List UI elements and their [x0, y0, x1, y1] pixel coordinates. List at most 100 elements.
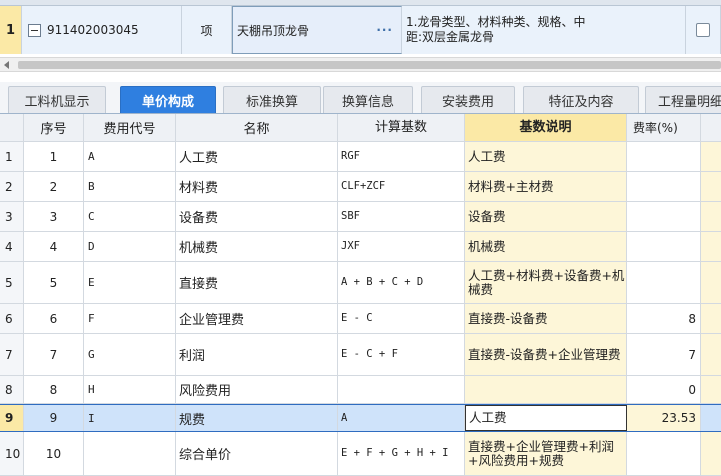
cell-desc[interactable]: 机械费 [465, 232, 627, 261]
table-row[interactable]: 4 4 D 机械费 JXF 机械费 [0, 232, 721, 262]
cell-base[interactable]: RGF [338, 142, 465, 171]
cell-rate[interactable] [627, 172, 701, 201]
scrollbar-thumb[interactable] [18, 61, 721, 69]
cell-base[interactable]: E - C + F [338, 334, 465, 375]
cell-desc[interactable]: 直接费+企业管理费+利润+风险费用+规费 [465, 432, 627, 475]
cell-seq[interactable]: 10 [24, 432, 84, 475]
cell-code[interactable]: A [84, 142, 176, 171]
cell-desc[interactable]: 材料费+主材费 [465, 172, 627, 201]
tab-unit-price-composition[interactable]: 单价构成 [120, 86, 216, 113]
cell-name[interactable]: 综合单价 [176, 432, 338, 475]
cell-seq[interactable]: 4 [24, 232, 84, 261]
cell-rate[interactable] [627, 432, 701, 475]
table-row[interactable]: 2 2 B 材料费 CLF+ZCF 材料费+主材费 [0, 172, 721, 202]
cell-desc[interactable] [465, 376, 627, 403]
cell-rate[interactable]: 8 [627, 304, 701, 333]
header-code[interactable]: 费用代号 [84, 114, 176, 141]
cell-base[interactable] [338, 376, 465, 403]
bill-checkbox[interactable] [696, 23, 710, 37]
header-desc[interactable]: 基数说明 [465, 114, 627, 141]
bill-description-cell[interactable]: 1.龙骨类型、材料种类、规格、中 距:双层金属龙骨 [402, 6, 686, 54]
row-number: 2 [0, 172, 24, 201]
cell-extra [701, 232, 721, 261]
cell-seq[interactable]: 8 [24, 376, 84, 403]
cell-code[interactable]: B [84, 172, 176, 201]
cell-seq[interactable]: 7 [24, 334, 84, 375]
cell-code[interactable]: D [84, 232, 176, 261]
cell-name[interactable]: 机械费 [176, 232, 338, 261]
cell-rate[interactable]: 23.53 [627, 405, 701, 431]
cell-code[interactable]: I [84, 405, 176, 431]
cell-seq[interactable]: 5 [24, 262, 84, 303]
tab-labor-material-machine[interactable]: 工料机显示 [8, 86, 106, 113]
table-row-selected[interactable]: 9 9 I 规费 A 人工费 23.53 [0, 404, 721, 432]
table-row[interactable]: 3 3 C 设备费 SBF 设备费 [0, 202, 721, 232]
cell-desc-focused[interactable]: 人工费 [465, 405, 627, 431]
table-row[interactable]: 8 8 H 风险费用 0 [0, 376, 721, 404]
table-row[interactable]: 7 7 G 利润 E - C + F 直接费-设备费+企业管理费 7 [0, 334, 721, 376]
header-name[interactable]: 名称 [176, 114, 338, 141]
cell-rate[interactable] [627, 262, 701, 303]
cell-code[interactable]: H [84, 376, 176, 403]
cell-name[interactable]: 规费 [176, 405, 338, 431]
collapse-icon[interactable] [28, 23, 41, 37]
cell-rate[interactable] [627, 142, 701, 171]
tab-quantity-details[interactable]: 工程量明细 [645, 86, 721, 113]
cell-rate[interactable]: 0 [627, 376, 701, 403]
cell-desc[interactable]: 人工费 [465, 142, 627, 171]
cell-name[interactable]: 利润 [176, 334, 338, 375]
row-number: 10 [0, 432, 24, 475]
cell-seq[interactable]: 9 [24, 405, 84, 431]
header-seq[interactable]: 序号 [24, 114, 84, 141]
tab-conversion-info[interactable]: 换算信息 [323, 86, 413, 113]
cell-base[interactable]: JXF [338, 232, 465, 261]
cell-desc[interactable]: 人工费+材料费+设备费+机械费 [465, 262, 627, 303]
cell-seq[interactable]: 3 [24, 202, 84, 231]
cell-code[interactable]: F [84, 304, 176, 333]
cell-base[interactable]: SBF [338, 202, 465, 231]
cell-name[interactable]: 材料费 [176, 172, 338, 201]
cell-desc[interactable]: 直接费-设备费+企业管理费 [465, 334, 627, 375]
table-row[interactable]: 6 6 F 企业管理费 E - C 直接费-设备费 8 [0, 304, 721, 334]
header-rate[interactable]: 费率(%) [627, 114, 701, 141]
horizontal-scrollbar[interactable] [0, 57, 721, 72]
cell-name[interactable]: 人工费 [176, 142, 338, 171]
table-row[interactable]: 1 1 A 人工费 RGF 人工费 [0, 142, 721, 172]
tab-standard-conversion[interactable]: 标准换算 [223, 86, 321, 113]
cell-code[interactable]: E [84, 262, 176, 303]
cell-base[interactable]: A [338, 405, 465, 431]
cell-desc[interactable]: 直接费-设备费 [465, 304, 627, 333]
more-options-icon[interactable]: ··· [376, 23, 393, 37]
cell-extra [701, 304, 721, 333]
cell-seq[interactable]: 1 [24, 142, 84, 171]
cell-base[interactable]: A + B + C + D [338, 262, 465, 303]
cell-rate[interactable] [627, 232, 701, 261]
cell-seq[interactable]: 2 [24, 172, 84, 201]
cell-base[interactable]: CLF+ZCF [338, 172, 465, 201]
cell-rate[interactable] [627, 202, 701, 231]
cell-desc[interactable]: 设备费 [465, 202, 627, 231]
cell-rate[interactable]: 7 [627, 334, 701, 375]
cell-code[interactable] [84, 432, 176, 475]
header-base[interactable]: 计算基数 [338, 114, 465, 141]
scroll-left-icon[interactable] [4, 61, 9, 69]
cell-seq[interactable]: 6 [24, 304, 84, 333]
cell-name[interactable]: 风险费用 [176, 376, 338, 403]
tab-features-content[interactable]: 特征及内容 [523, 86, 639, 113]
cell-code[interactable]: C [84, 202, 176, 231]
cell-base[interactable]: E + F + G + H + I [338, 432, 465, 475]
bill-name-cell[interactable]: 天棚吊顶龙骨 ··· [232, 6, 402, 54]
cell-name[interactable]: 设备费 [176, 202, 338, 231]
cell-extra [701, 334, 721, 375]
cell-name[interactable]: 直接费 [176, 262, 338, 303]
cell-base[interactable]: E - C [338, 304, 465, 333]
bill-check-cell[interactable] [686, 6, 721, 54]
cell-name[interactable]: 企业管理费 [176, 304, 338, 333]
cell-extra [701, 262, 721, 303]
tab-installation-fees[interactable]: 安装费用 [421, 86, 515, 113]
cell-code[interactable]: G [84, 334, 176, 375]
table-row[interactable]: 5 5 E 直接费 A + B + C + D 人工费+材料费+设备费+机械费 [0, 262, 721, 304]
table-row[interactable]: 10 10 综合单价 E + F + G + H + I 直接费+企业管理费+利… [0, 432, 721, 476]
bill-item-row[interactable]: 1 911402003045 项 天棚吊顶龙骨 ··· 1.龙骨类型、材料种类、… [0, 6, 721, 54]
bill-code-cell[interactable]: 911402003045 [22, 6, 182, 54]
